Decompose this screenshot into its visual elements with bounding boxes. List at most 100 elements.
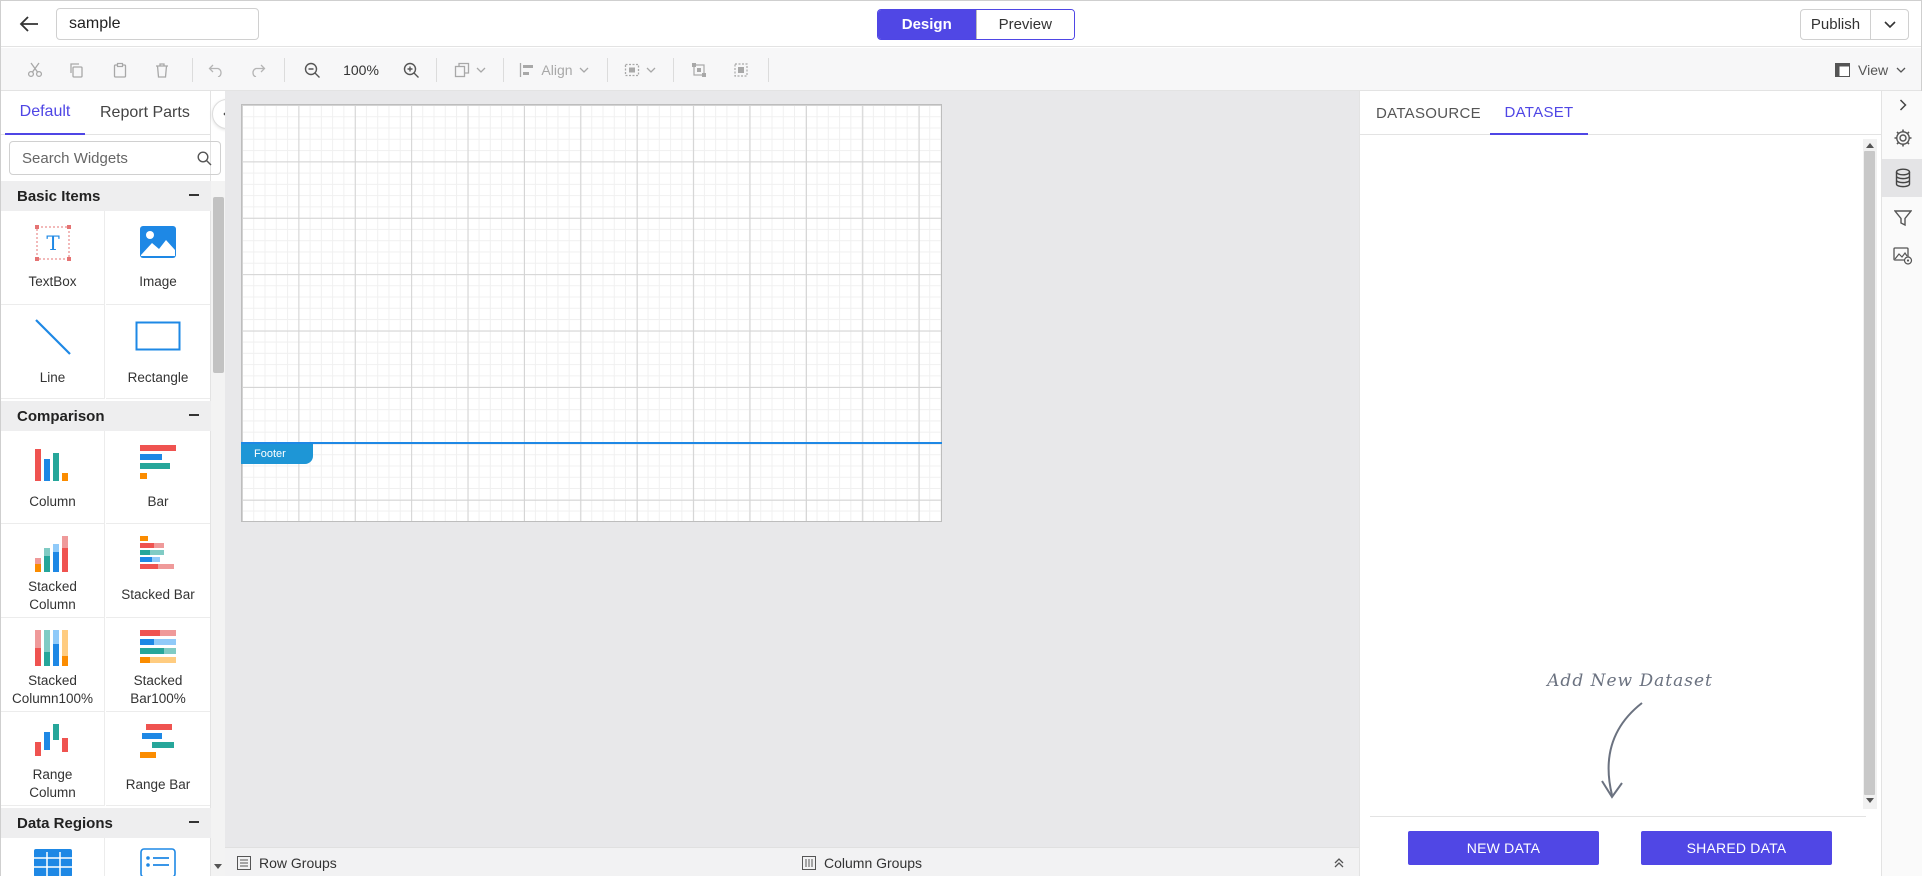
row-groups-button[interactable]: Row Groups bbox=[237, 848, 337, 876]
widget-label: Column bbox=[29, 494, 76, 509]
resize-icon bbox=[624, 63, 640, 77]
zoom-in-button[interactable] bbox=[398, 57, 424, 83]
widget-range-bar[interactable]: Range Bar bbox=[106, 712, 210, 806]
widget-column[interactable]: Column bbox=[1, 431, 105, 524]
widget-stacked-bar[interactable]: Stacked Bar bbox=[106, 524, 210, 618]
group-icon bbox=[692, 63, 706, 77]
design-mode-button[interactable]: Design bbox=[878, 10, 976, 39]
copy-button[interactable] bbox=[63, 57, 89, 83]
tab-report-parts[interactable]: Report Parts bbox=[100, 91, 190, 135]
shared-data-button[interactable]: SHARED DATA bbox=[1641, 831, 1832, 865]
widget-panel-tabs: Default Report Parts bbox=[1, 91, 211, 135]
arrow-left-icon bbox=[19, 16, 38, 32]
search-widgets-input[interactable] bbox=[10, 142, 190, 174]
redo-button[interactable] bbox=[245, 57, 271, 83]
cut-button[interactable] bbox=[22, 57, 48, 83]
widget-list: Basic Items T TextBox Image Line Rectang… bbox=[1, 181, 211, 876]
size-dropdown[interactable] bbox=[619, 57, 661, 83]
widget-label: Range Bar bbox=[125, 777, 191, 792]
footer-divider[interactable] bbox=[241, 442, 942, 444]
tab-default[interactable]: Default bbox=[5, 91, 85, 135]
scroll-down-arrow-icon[interactable] bbox=[1865, 797, 1875, 805]
footer-tag[interactable]: Footer bbox=[241, 444, 313, 464]
gear-icon bbox=[1894, 129, 1911, 147]
rectangle-icon bbox=[135, 321, 181, 351]
widget-stacked-column-100[interactable]: Stacked Column100% bbox=[1, 618, 105, 712]
scroll-down-arrow-icon[interactable] bbox=[213, 863, 223, 871]
redo-icon bbox=[252, 64, 266, 77]
toolbar-separator bbox=[436, 58, 437, 82]
widget-stacked-bar-100[interactable]: Stacked Bar100% bbox=[106, 618, 210, 712]
preview-mode-button[interactable]: Preview bbox=[975, 10, 1074, 39]
widget-label: Stacked Column bbox=[28, 579, 77, 612]
column-groups-icon bbox=[802, 856, 816, 870]
widget-image[interactable]: Image bbox=[106, 211, 210, 305]
category-label: Comparison bbox=[17, 407, 105, 425]
publish-group: Publish bbox=[1800, 9, 1909, 40]
image-icon bbox=[140, 226, 176, 258]
widget-list-region[interactable] bbox=[106, 838, 210, 876]
category-basic-items[interactable]: Basic Items bbox=[1, 181, 211, 211]
widget-textbox[interactable]: T TextBox bbox=[1, 211, 105, 305]
filter-button[interactable] bbox=[1882, 199, 1922, 237]
ungroup-button[interactable] bbox=[728, 57, 754, 83]
report-canvas[interactable] bbox=[241, 104, 942, 522]
category-label: Data Regions bbox=[17, 814, 113, 832]
search-widgets-box bbox=[9, 141, 221, 175]
paste-button[interactable] bbox=[107, 57, 133, 83]
widget-label: Line bbox=[39, 370, 66, 385]
collapse-icon[interactable] bbox=[189, 414, 199, 416]
tab-dataset[interactable]: DATASET bbox=[1490, 91, 1588, 135]
widget-range-column[interactable]: Range Column bbox=[1, 712, 105, 806]
align-dropdown[interactable]: Align bbox=[515, 57, 593, 83]
category-data-regions[interactable]: Data Regions bbox=[1, 808, 211, 838]
widget-label: Stacked Column100% bbox=[11, 673, 94, 706]
scroll-up-arrow-icon[interactable] bbox=[1865, 141, 1875, 149]
view-dropdown[interactable]: View bbox=[1835, 57, 1906, 83]
svg-text:T: T bbox=[46, 231, 60, 255]
collapse-icon[interactable] bbox=[189, 194, 199, 196]
toolbar-separator bbox=[192, 58, 193, 82]
list-icon bbox=[140, 848, 176, 876]
column-chart-icon bbox=[34, 449, 68, 481]
expand-groups-button[interactable] bbox=[1333, 848, 1345, 876]
add-dataset-hint: Add New Dataset bbox=[1540, 671, 1720, 811]
arrange-dropdown[interactable] bbox=[449, 57, 491, 83]
ungroup-icon bbox=[734, 63, 748, 77]
chevron-down-icon bbox=[646, 67, 656, 73]
search-icon[interactable] bbox=[197, 151, 212, 166]
category-comparison[interactable]: Comparison bbox=[1, 401, 211, 431]
toolbar-separator bbox=[768, 58, 769, 82]
widget-panel-scroll-thumb[interactable] bbox=[213, 197, 224, 373]
properties-button[interactable] bbox=[1882, 119, 1922, 157]
widget-rectangle[interactable]: Rectangle bbox=[106, 305, 210, 399]
toolbar-separator bbox=[503, 58, 504, 82]
tab-datasource[interactable]: DATASOURCE bbox=[1376, 91, 1481, 135]
undo-button[interactable] bbox=[203, 57, 229, 83]
collapse-icon[interactable] bbox=[189, 821, 199, 823]
widget-table[interactable] bbox=[1, 838, 105, 876]
trash-icon bbox=[156, 63, 168, 78]
widget-bar[interactable]: Bar bbox=[106, 431, 210, 524]
new-data-button[interactable]: NEW DATA bbox=[1408, 831, 1599, 865]
widget-line[interactable]: Line bbox=[1, 305, 105, 399]
data-button[interactable] bbox=[1882, 159, 1922, 197]
back-button[interactable] bbox=[15, 11, 43, 37]
publish-button[interactable]: Publish bbox=[1801, 10, 1870, 39]
image-manager-button[interactable] bbox=[1882, 237, 1922, 275]
publish-dropdown-button[interactable] bbox=[1870, 10, 1908, 39]
report-name-input[interactable] bbox=[56, 8, 259, 40]
widget-label: TextBox bbox=[28, 274, 77, 289]
zoom-out-button[interactable] bbox=[299, 57, 325, 83]
delete-button[interactable] bbox=[149, 57, 175, 83]
expand-panel-button[interactable] bbox=[1882, 91, 1922, 119]
widget-stacked-column[interactable]: Stacked Column bbox=[1, 524, 105, 618]
zoom-in-icon bbox=[403, 62, 419, 78]
group-button[interactable] bbox=[686, 57, 712, 83]
groups-bar: Row Groups Column Groups bbox=[225, 847, 1359, 876]
align-label: Align bbox=[541, 62, 573, 78]
image-settings-icon bbox=[1892, 247, 1912, 265]
column-groups-button[interactable]: Column Groups bbox=[802, 848, 922, 876]
row-groups-label: Row Groups bbox=[259, 855, 337, 871]
data-panel-scroll-thumb[interactable] bbox=[1864, 151, 1875, 795]
